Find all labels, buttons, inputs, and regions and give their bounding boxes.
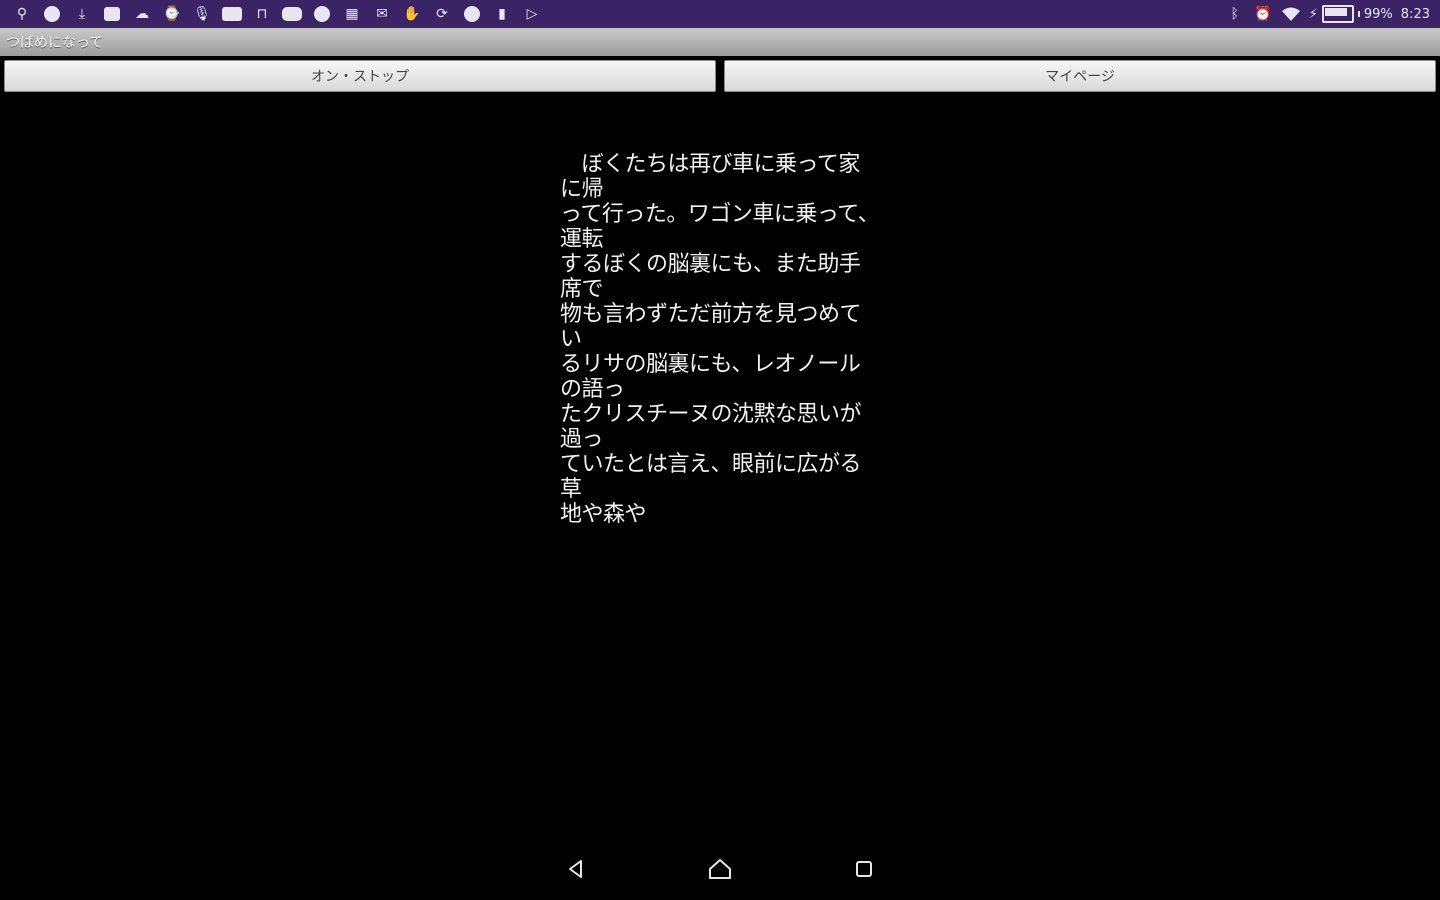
reading-area[interactable]: ぼくたちは再び車に乗って家に帰 って行った。ワゴン車に乗って、運転 するぼくの脳… [0, 94, 1440, 838]
save-icon [102, 4, 122, 24]
on-stop-button[interactable]: オン・ストップ [4, 60, 716, 92]
my-page-button[interactable]: マイページ [724, 60, 1436, 92]
app-bar: つばめになって [0, 28, 1440, 57]
button-row: オン・ストップ マイページ [0, 56, 1440, 94]
clock: 8:23 [1400, 6, 1430, 22]
sync-icon: ⟳ [436, 6, 448, 22]
navigation-bar [0, 838, 1440, 900]
watch-icon: ⌚ [163, 6, 181, 22]
news-icon [222, 4, 242, 24]
cloud-icon: ☁ [135, 6, 149, 22]
alarm-icon: ⏰ [1254, 6, 1272, 22]
status-bar: ⚲ ⤓ ☁ ⌚ 🎙 ⊓ ▦ ✉ ✋ ⟳ ▮ ▷ ᛒ ⏰ ⚡ 99% 8:23 [0, 0, 1440, 28]
usb-icon: ⚲ [16, 6, 28, 22]
mail-icon: ✉ [376, 6, 388, 22]
flashlight-icon: ▮ [498, 6, 506, 22]
back-icon[interactable] [559, 852, 593, 886]
battery-fill [1324, 8, 1347, 16]
bluetooth-icon: ᛒ [1230, 6, 1239, 22]
hand-icon: ✋ [403, 6, 421, 22]
youtube-icon [282, 4, 302, 24]
story-text: ぼくたちは再び車に乗って家に帰 って行った。ワゴン車に乗って、運転 するぼくの脳… [560, 152, 880, 527]
play-store-icon: ▷ [526, 6, 538, 22]
battery-percent: 99% [1363, 6, 1393, 22]
globe-icon [42, 4, 62, 24]
mic-off-icon: 🎙 [193, 6, 211, 22]
download-icon: ⤓ [78, 6, 86, 22]
recents-icon[interactable] [847, 852, 881, 886]
car-icon: ⊓ [256, 6, 268, 22]
home-icon[interactable] [703, 852, 737, 886]
battery-icon [1321, 5, 1354, 23]
system-icons: ᛒ ⏰ ⚡ 99% 8:23 [1225, 4, 1440, 24]
app-title: つばめになって [6, 35, 104, 51]
battery-indicator: ⚡ 99% [1309, 5, 1393, 23]
charging-icon: ⚡ [1308, 6, 1318, 22]
wifi-icon [1281, 4, 1301, 24]
notification-icons: ⚲ ⤓ ☁ ⌚ 🎙 ⊓ ▦ ✉ ✋ ⟳ ▮ ▷ [0, 4, 542, 24]
calendar-icon: ▦ [345, 6, 359, 22]
globe-icon [312, 4, 332, 24]
alert-icon [462, 4, 482, 24]
